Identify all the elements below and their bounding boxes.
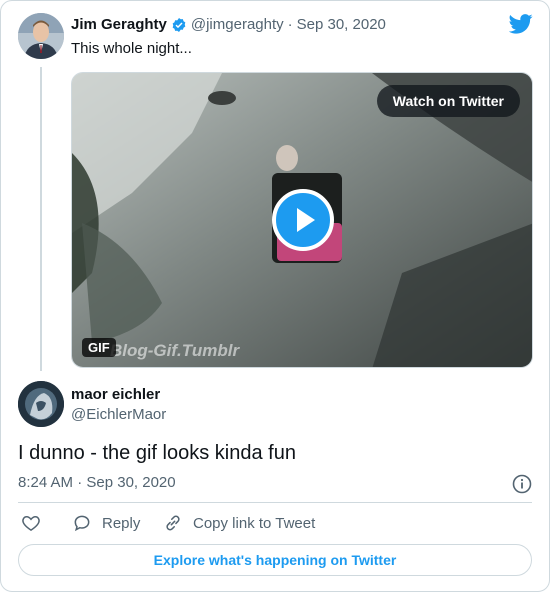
avatar-maor-eichler[interactable] <box>18 381 64 427</box>
play-icon <box>297 208 315 232</box>
verified-badge-icon <box>171 17 187 33</box>
avatar-jim-geraghty[interactable] <box>18 13 64 59</box>
thread-connector-line <box>40 67 42 371</box>
play-button[interactable] <box>272 189 334 251</box>
reply-tweet-text: I dunno - the gif looks kinda fun <box>18 442 296 464</box>
watch-on-twitter-button[interactable]: Watch on Twitter <box>376 85 520 117</box>
copy-link-button[interactable]: Copy link to Tweet <box>163 513 315 533</box>
reply-author-name[interactable]: maor eichler <box>71 386 160 403</box>
quoted-tweet-text: This whole night... <box>71 40 192 57</box>
header-separator: · <box>287 16 293 33</box>
quoted-author-name[interactable]: Jim Geraghty <box>71 16 167 33</box>
gif-badge: GIF <box>82 338 116 357</box>
heart-icon <box>22 515 40 531</box>
reply-button[interactable]: Reply <box>72 513 140 533</box>
twitter-bird-icon[interactable] <box>508 14 533 39</box>
link-icon <box>166 515 180 531</box>
reply-author-handle[interactable]: @EichlerMaor <box>71 406 166 423</box>
tweet-embed-card: Jim Geraghty @jimgeraghty · Sep 30, 2020… <box>0 0 550 592</box>
like-button[interactable] <box>21 513 41 533</box>
copy-link-label: Copy link to Tweet <box>193 514 316 532</box>
quoted-tweet-date[interactable]: Sep 30, 2020 <box>297 16 386 33</box>
gif-media[interactable]: Watch on Twitter Blog-Gif.Tumblr GIF <box>71 72 533 368</box>
gif-watermark: Blog-Gif.Tumblr <box>110 341 240 360</box>
avatar-maor-eichler-image <box>18 381 64 427</box>
quoted-author-handle[interactable]: @jimgeraghty <box>191 16 284 33</box>
reply-icon <box>74 515 90 532</box>
divider <box>18 502 532 503</box>
avatar-jim-geraghty-image <box>18 13 64 59</box>
quoted-tweet-header: Jim Geraghty @jimgeraghty · Sep 30, 2020 <box>71 16 386 33</box>
reply-timestamp[interactable]: 8:24 AM · Sep 30, 2020 <box>18 474 176 491</box>
explore-twitter-button[interactable]: Explore what's happening on Twitter <box>18 544 532 576</box>
reply-label: Reply <box>102 514 141 532</box>
info-icon[interactable] <box>512 474 532 499</box>
